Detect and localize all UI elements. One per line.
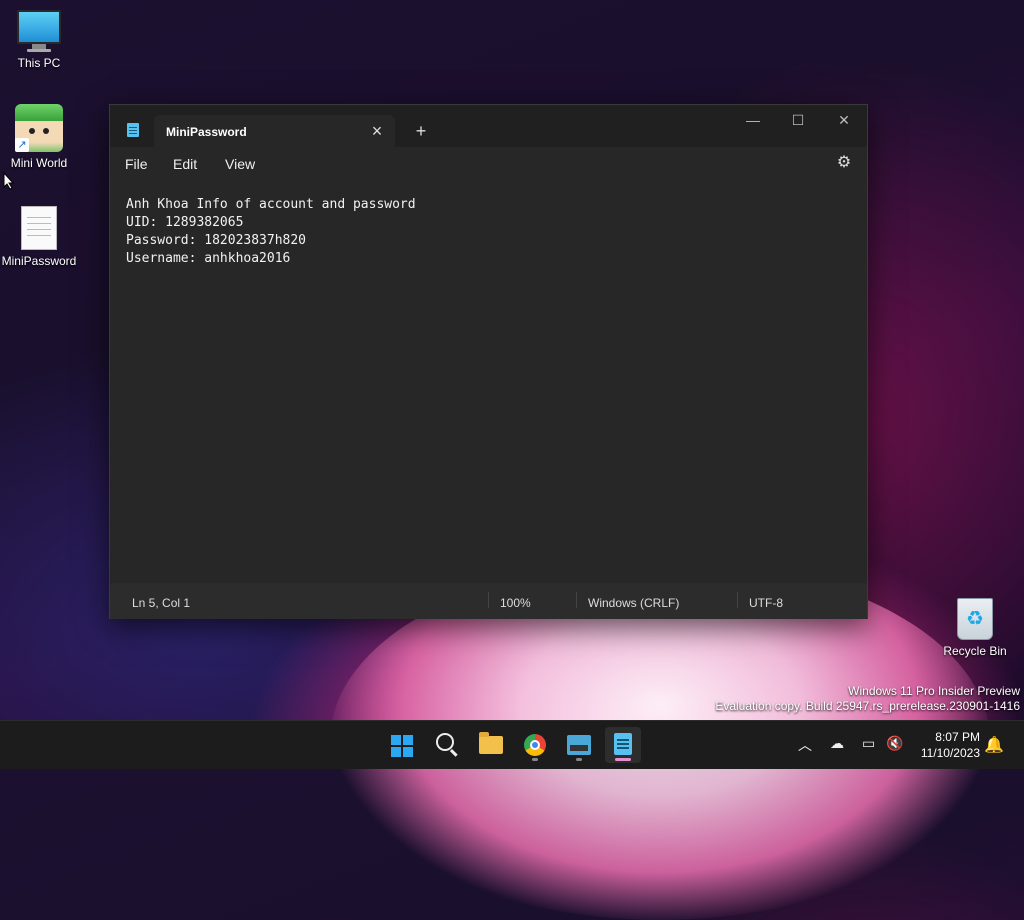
tab-title: MiniPassword — [166, 125, 247, 139]
keyboard-app-icon — [567, 735, 591, 755]
taskbar-chrome[interactable] — [517, 727, 553, 763]
cloud-offline-icon[interactable]: ☁ — [830, 735, 844, 752]
menu-view[interactable]: View — [225, 156, 255, 172]
close-tab-icon[interactable]: × — [366, 120, 388, 142]
status-divider — [488, 592, 489, 608]
menu-edit[interactable]: Edit — [173, 156, 197, 172]
clock-time: 8:07 PM — [935, 730, 980, 744]
editor-line: Anh Khoa Info of account and password — [126, 197, 416, 212]
computer-icon — [0, 10, 78, 52]
notification-bell-icon[interactable]: 🔔 — [984, 735, 1004, 755]
desktop-icon-label: Recycle Bin — [943, 644, 1007, 658]
volume-muted-icon[interactable]: 🔇 — [886, 735, 903, 752]
editor-line: Username: anhkhoa2016 — [126, 251, 291, 266]
search-icon — [436, 733, 454, 751]
taskbar-app[interactable] — [561, 727, 597, 763]
folder-icon — [479, 732, 503, 754]
status-bar: Ln 5, Col 1 100% Windows (CRLF) UTF-8 — [110, 583, 867, 619]
start-button[interactable] — [384, 727, 420, 763]
desktop-icon-mini-world[interactable]: ↗ Mini World — [0, 104, 78, 170]
clock-date: 11/10/2023 — [920, 746, 980, 760]
maximize-button[interactable]: ☐ — [775, 105, 821, 135]
search-button[interactable] — [429, 727, 465, 763]
desktop-icon-this-pc[interactable]: This PC — [0, 10, 78, 70]
taskbar: ︿ ☁ ▭ 🔇 8:07 PM 11/10/2023 🔔 — [0, 720, 1024, 769]
recycle-bin-icon: ♻ — [957, 598, 993, 640]
desktop-icon-recycle-bin[interactable]: ♻ Recycle Bin — [936, 598, 1014, 658]
clock[interactable]: 8:07 PM 11/10/2023 — [921, 729, 980, 761]
taskbar-file-explorer[interactable] — [473, 727, 509, 763]
evaluation-watermark: Windows 11 Pro Insider Preview Evaluatio… — [715, 684, 1020, 714]
settings-gear-icon[interactable]: ⚙ — [834, 153, 854, 173]
desktop-icon-label: Mini World — [10, 156, 68, 170]
chevron-up-icon[interactable]: ︿ — [798, 735, 812, 755]
taskbar-notepad[interactable] — [605, 727, 641, 763]
desktop-icon-label: MiniPassword — [1, 254, 77, 268]
shortcut-arrow-icon: ↗ — [15, 138, 29, 152]
desktop-icon-label: This PC — [17, 56, 61, 70]
menu-bar: File Edit View ⚙ — [110, 147, 867, 181]
editor-line: UID: 1289382065 — [126, 215, 244, 230]
notepad-icon — [614, 733, 632, 755]
network-icon[interactable]: ▭ — [862, 735, 875, 752]
desktop-icon-minipassword[interactable]: MiniPassword — [0, 206, 78, 268]
status-divider — [737, 592, 738, 608]
minimize-button[interactable]: — — [730, 105, 776, 135]
running-indicator — [532, 758, 538, 761]
running-indicator — [576, 758, 582, 761]
zoom-level: 100% — [500, 596, 531, 610]
status-divider — [576, 592, 577, 608]
watermark-line: Evaluation copy. Build 25947.rs_prerelea… — [715, 699, 1020, 713]
editor-line: Password: 182023837h820 — [126, 233, 307, 248]
tab-minipassword[interactable]: MiniPassword × — [154, 115, 395, 147]
chrome-icon — [524, 734, 546, 756]
watermark-line: Windows 11 Pro Insider Preview — [848, 684, 1020, 698]
close-window-button[interactable]: ✕ — [821, 105, 867, 135]
menu-file[interactable]: File — [125, 156, 148, 172]
windows-logo-icon — [391, 735, 413, 757]
text-file-icon — [21, 206, 57, 250]
text-editor[interactable]: Anh Khoa Info of account and password UI… — [110, 181, 867, 583]
mini-world-icon: ↗ — [15, 104, 63, 152]
active-indicator — [615, 758, 631, 761]
notepad-app-icon — [127, 123, 139, 137]
cursor-position: Ln 5, Col 1 — [132, 596, 191, 610]
encoding: UTF-8 — [749, 596, 783, 610]
notepad-window: MiniPassword × + — ☐ ✕ File Edit View ⚙ … — [109, 104, 868, 619]
title-bar[interactable]: MiniPassword × + — ☐ ✕ — [110, 105, 867, 147]
line-ending: Windows (CRLF) — [588, 596, 680, 610]
new-tab-button[interactable]: + — [410, 120, 432, 142]
